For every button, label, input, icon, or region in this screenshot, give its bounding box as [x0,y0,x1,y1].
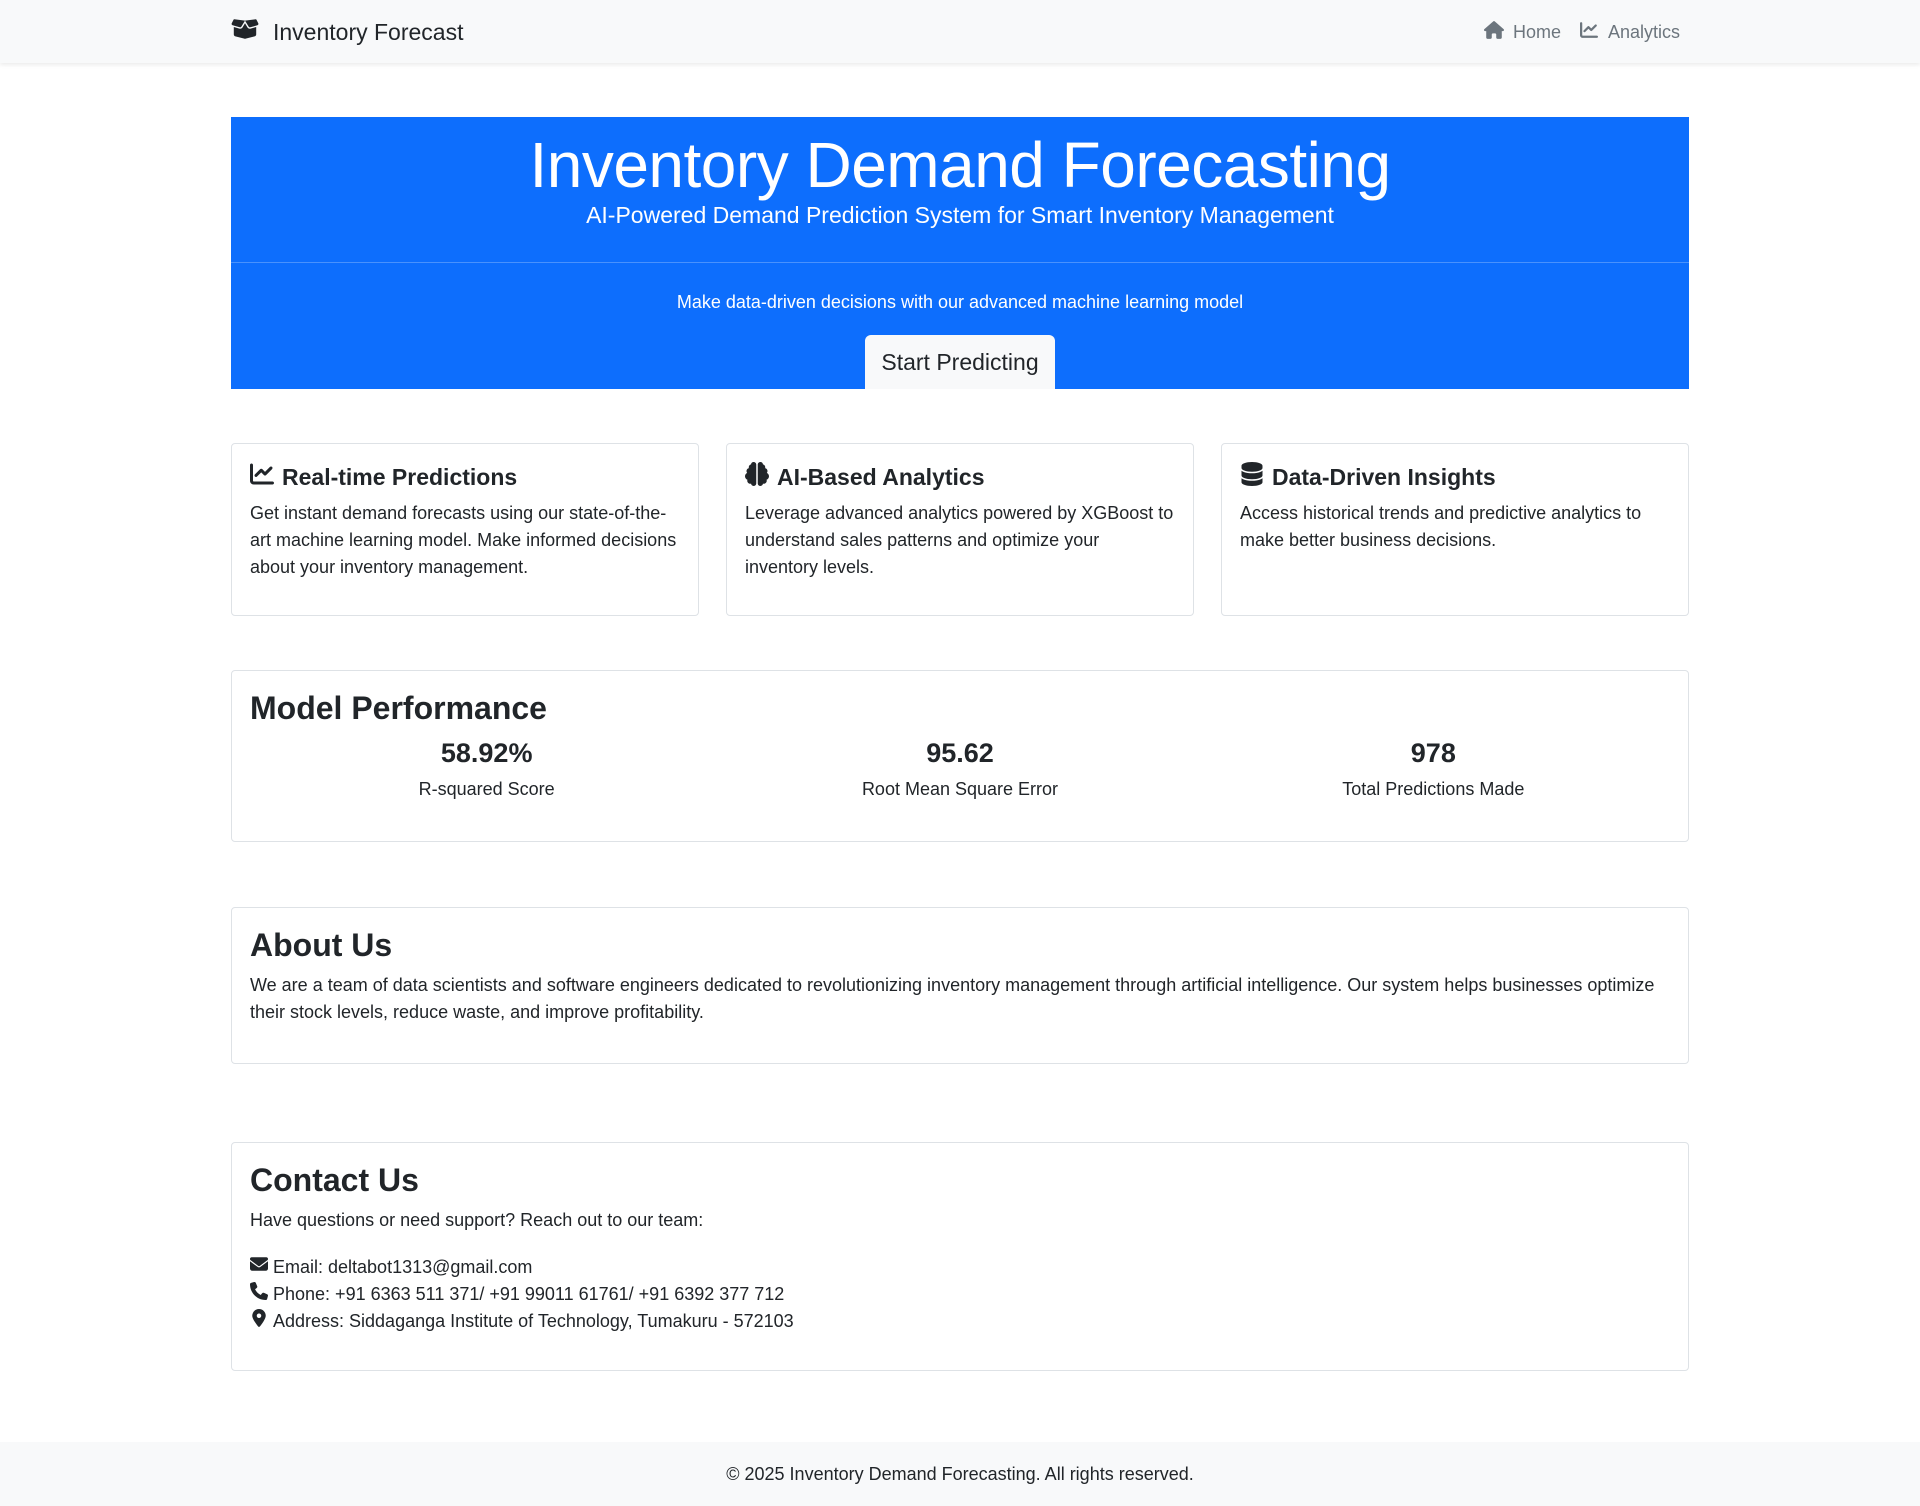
about-us-title: About Us [250,927,393,963]
navbar: Inventory Forecast Home Analytics [0,0,1920,63]
metric-label: R-squared Score [418,779,555,800]
nav-links: Home Analytics [1483,18,1680,46]
feature-text: Access historical trends and predictive … [1240,503,1642,550]
feature-card-analytics: AI-Based Analytics Leverage advanced ana… [726,443,1194,616]
hero-lead: Make data-driven decisions with our adva… [676,292,1244,312]
metric-rmse: 95.62 Root Mean Square Error [723,737,1196,800]
start-predicting-button[interactable]: Start Predicting [865,335,1055,389]
model-performance-title: Model Performance [250,690,547,726]
envelope-icon [250,1254,268,1281]
contact-email[interactable]: Email: deltabot1313@gmail.com [250,1254,1670,1281]
model-performance-card: Model Performance 58.92% R-squared Score… [231,670,1689,842]
about-us-text: We are a team of data scientists and sof… [250,975,1655,1023]
nav-link-analytics[interactable]: Analytics [1579,21,1680,44]
feature-title: Real-time Predictions [250,462,680,492]
metric-label: Root Mean Square Error [861,779,1059,800]
metrics-row: 58.92% R-squared Score 95.62 Root Mean S… [250,737,1670,800]
contact-address: Address: Siddaganga Institute of Technol… [250,1308,1670,1335]
navbar-brand[interactable]: Inventory Forecast [231,16,463,48]
feature-title-text: Real-time Predictions [282,463,518,490]
nav-link-home[interactable]: Home [1483,20,1561,44]
feature-title: Data-Driven Insights [1240,462,1670,492]
footer-copyright: © 2025 Inventory Demand Forecasting. All… [726,1464,1194,1484]
database-icon [1240,462,1264,492]
hero-banner: Inventory Demand Forecasting AI-Powered … [231,117,1689,389]
nav-link-analytics-label: Analytics [1607,21,1680,42]
metric-total-predictions: 978 Total Predictions Made [1197,737,1670,800]
hero-divider [231,262,1689,263]
phone-icon [250,1281,269,1308]
feature-card-realtime: Real-time Predictions Get instant demand… [231,443,699,616]
hero-title: Inventory Demand Forecasting [529,129,1391,201]
feature-title-text: AI-Based Analytics [777,463,985,490]
map-marker-icon [250,1308,268,1335]
nav-link-home-label: Home [1512,21,1561,42]
contact-intro: Have questions or need support? Reach ou… [250,1210,704,1231]
feature-text: Get instant demand forecasts using our s… [250,503,677,577]
chart-line-icon [1579,21,1599,44]
contact-phone[interactable]: Phone: +91 6363 511 371/ +91 99011 61761… [250,1281,1670,1308]
metric-value: 978 [1410,738,1456,768]
metric-value: 58.92% [440,738,533,768]
contact-phone-text: Phone: +91 6363 511 371/ +91 99011 61761… [273,1284,785,1305]
contact-address-text: Address: Siddaganga Institute of Technol… [273,1311,794,1332]
feature-card-insights: Data-Driven Insights Access historical t… [1221,443,1689,616]
footer: © 2025 Inventory Demand Forecasting. All… [0,1442,1920,1506]
metric-label: Total Predictions Made [1342,779,1525,800]
brand-label: Inventory Forecast [273,18,464,45]
home-icon [1483,20,1504,44]
contact-us-card: Contact Us Have questions or need suppor… [231,1142,1689,1371]
metric-r-squared: 58.92% R-squared Score [250,737,723,800]
metric-value: 95.62 [926,738,994,768]
feature-title-text: Data-Driven Insights [1272,463,1496,490]
feature-text: Leverage advanced analytics powered by X… [745,503,1174,577]
contact-email-text: Email: deltabot1313@gmail.com [273,1257,533,1278]
brain-icon [745,462,769,492]
hero-subtitle: AI-Powered Demand Prediction System for … [586,202,1334,228]
about-us-card: About Us We are a team of data scientist… [231,907,1689,1064]
contact-list: Email: deltabot1313@gmail.com Phone: +91… [250,1254,1670,1335]
chart-line-icon [250,462,274,492]
contact-us-title: Contact Us [250,1162,419,1198]
box-open-icon [231,17,259,47]
feature-title: AI-Based Analytics [745,462,1175,492]
